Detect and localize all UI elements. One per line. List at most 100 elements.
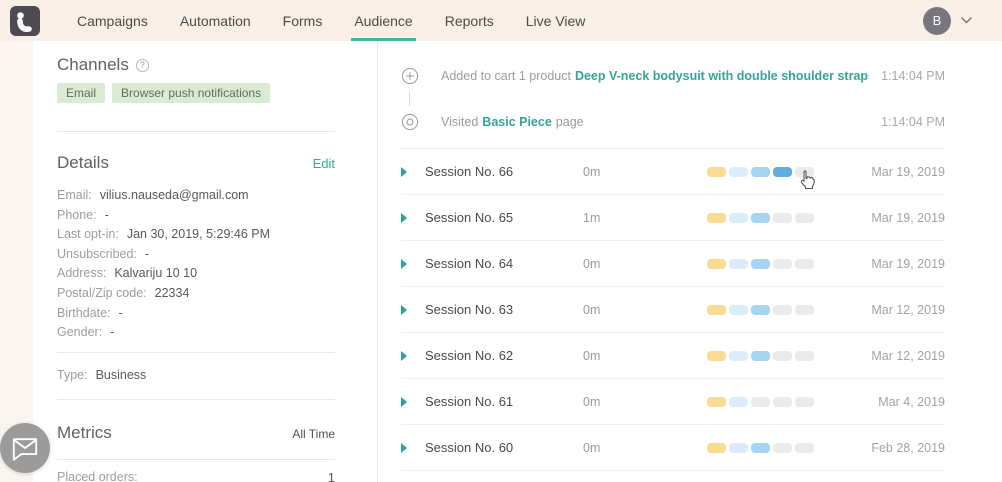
activity-segment-pale_blue (729, 166, 748, 177)
avatar[interactable]: B (923, 6, 951, 35)
nav-item[interactable]: Reports (434, 0, 505, 41)
divider (57, 131, 335, 132)
nav-item[interactable]: Live View (515, 0, 597, 41)
type-row: Type: Business (57, 366, 335, 386)
activity-segment-pale_blue (729, 258, 748, 269)
session-activity-bar[interactable] (707, 166, 857, 177)
detail-value: Jan 30, 2019, 5:29:46 PM (126, 227, 271, 242)
activity-segment-gray (773, 396, 792, 407)
expand-arrow-icon[interactable] (401, 397, 425, 407)
metric-label: Placed orders: (57, 470, 138, 482)
timeline-connector (409, 92, 410, 106)
expand-arrow-icon[interactable] (401, 305, 425, 315)
session-activity-bar[interactable] (707, 396, 857, 407)
session-activity-bar[interactable] (707, 350, 857, 361)
nav-item[interactable]: Campaigns (66, 0, 159, 41)
session-row[interactable]: Session No. 62 0m Mar 12, 2019 (401, 333, 945, 379)
activity-segment-gray (773, 258, 792, 269)
detail-label: Birthdate: (57, 305, 111, 320)
event-link[interactable]: Deep V-neck bodysuit with double shoulde… (575, 69, 869, 83)
activity-segment-yellow (707, 258, 726, 269)
session-row[interactable]: Session No. 64 0m Mar 19, 2019 (401, 241, 945, 287)
detail-value: - (104, 207, 109, 222)
session-row[interactable]: Session No. 61 0m Mar 4, 2019 (401, 379, 945, 425)
session-label: Session No. 63 (425, 302, 514, 317)
activity-segment-gray (795, 212, 814, 223)
expand-arrow-icon[interactable] (401, 351, 425, 361)
detail-label: Email: (57, 188, 92, 202)
expand-arrow-icon[interactable] (401, 443, 425, 453)
session-row[interactable]: Session No. 60 0m Feb 28, 2019 (401, 425, 945, 471)
metrics-section: Metrics All Time Placed orders: 1 (57, 423, 335, 482)
detail-value: vilius.nauseda@gmail.com (99, 188, 249, 202)
detail-row: Email: vilius.nauseda@gmail.com (57, 186, 335, 206)
expand-arrow-icon[interactable] (401, 167, 425, 177)
detail-row: Address: Kalvariju 10 10 (57, 264, 335, 284)
session-row[interactable]: Session No. 65 1m Mar 19, 2019 (401, 195, 945, 241)
session-activity-bar[interactable] (707, 212, 857, 223)
session-duration: 0m (583, 394, 601, 409)
detail-row: Last opt-in: Jan 30, 2019, 5:29:46 PM (57, 225, 335, 245)
detail-label: Postal/Zip code: (57, 285, 147, 300)
session-label: Session No. 66 (425, 164, 514, 179)
envelope-chat-icon (12, 437, 38, 461)
account-menu[interactable]: B (923, 6, 1002, 35)
detail-row: Birthdate: - (57, 304, 335, 324)
detail-value: 22334 (154, 285, 190, 300)
session-row[interactable]: Session No. 63 0m Mar 12, 2019 (401, 287, 945, 333)
added-to-cart-icon (401, 67, 419, 85)
activity-segment-gray (795, 350, 814, 361)
session-label: Session No. 64 (425, 256, 514, 271)
expand-arrow-icon[interactable] (401, 259, 425, 269)
session-activity-bar[interactable] (707, 258, 857, 269)
timeline-event: Added to cart 1 product Deep V-neck bodys… (401, 61, 945, 91)
activity-segment-light_blue (751, 304, 770, 315)
detail-label: Last opt-in: (57, 227, 119, 242)
top-nav-bar: Campaigns Automation Forms Audience Reports L… (0, 0, 1002, 41)
visited-page-icon (401, 113, 419, 131)
session-duration: 0m (583, 164, 601, 179)
detail-value: Kalvariju 10 10 (114, 266, 198, 281)
activity-segment-pale_blue (729, 396, 748, 407)
activity-segment-yellow (707, 442, 726, 453)
session-row[interactable]: Session No. 66 0m Mar 19, 2019 (401, 149, 945, 195)
expand-arrow-icon[interactable] (401, 213, 425, 223)
detail-row: Gender: - (57, 323, 335, 343)
activity-segment-light_blue (751, 350, 770, 361)
activity-segment-gray (773, 350, 792, 361)
support-chat-button[interactable] (0, 423, 50, 473)
activity-segment-light_blue (751, 166, 770, 177)
session-duration: 1m (583, 210, 601, 225)
divider (57, 351, 335, 353)
activity-segment-yellow (707, 350, 726, 361)
event-text-prefix: Visited (441, 115, 479, 129)
activity-segment-gray (795, 442, 814, 453)
sessions-list: Session No. 66 0m Mar 19, 2019 Session N… (401, 148, 945, 471)
session-activity-bar[interactable] (707, 442, 857, 453)
activity-segment-gray (773, 442, 792, 453)
chevron-down-icon[interactable] (961, 17, 972, 24)
nav-item[interactable]: Automation (169, 0, 262, 41)
help-icon[interactable]: ? (135, 58, 149, 72)
session-activity-bar[interactable] (707, 304, 857, 315)
activity-segment-pale_blue (729, 442, 748, 453)
session-label: Session No. 60 (425, 440, 514, 455)
detail-rows: Email: vilius.nauseda@gmail.com Phone: - L… (57, 186, 335, 343)
divider (57, 399, 335, 401)
session-duration: 0m (583, 256, 601, 271)
activity-segment-yellow (707, 212, 726, 223)
app-logo[interactable] (10, 5, 40, 36)
nav-item[interactable]: Audience (343, 0, 423, 41)
nav-item[interactable]: Forms (272, 0, 334, 41)
channels-section: Channels ? Email Browser push notificatio… (57, 55, 335, 103)
event-link[interactable]: Basic Piece (482, 115, 552, 129)
contact-profile-panel: Channels ? Email Browser push notificatio… (33, 41, 377, 482)
edit-details-button[interactable]: Edit (313, 156, 335, 171)
session-date: Mar 19, 2019 (871, 256, 945, 271)
detail-value: - (118, 305, 123, 320)
session-label: Session No. 65 (425, 210, 514, 225)
session-date: Mar 12, 2019 (871, 348, 945, 363)
metrics-range-selector[interactable]: All Time (292, 427, 335, 441)
activity-segment-gray (795, 258, 814, 269)
type-value: Business (95, 367, 147, 382)
